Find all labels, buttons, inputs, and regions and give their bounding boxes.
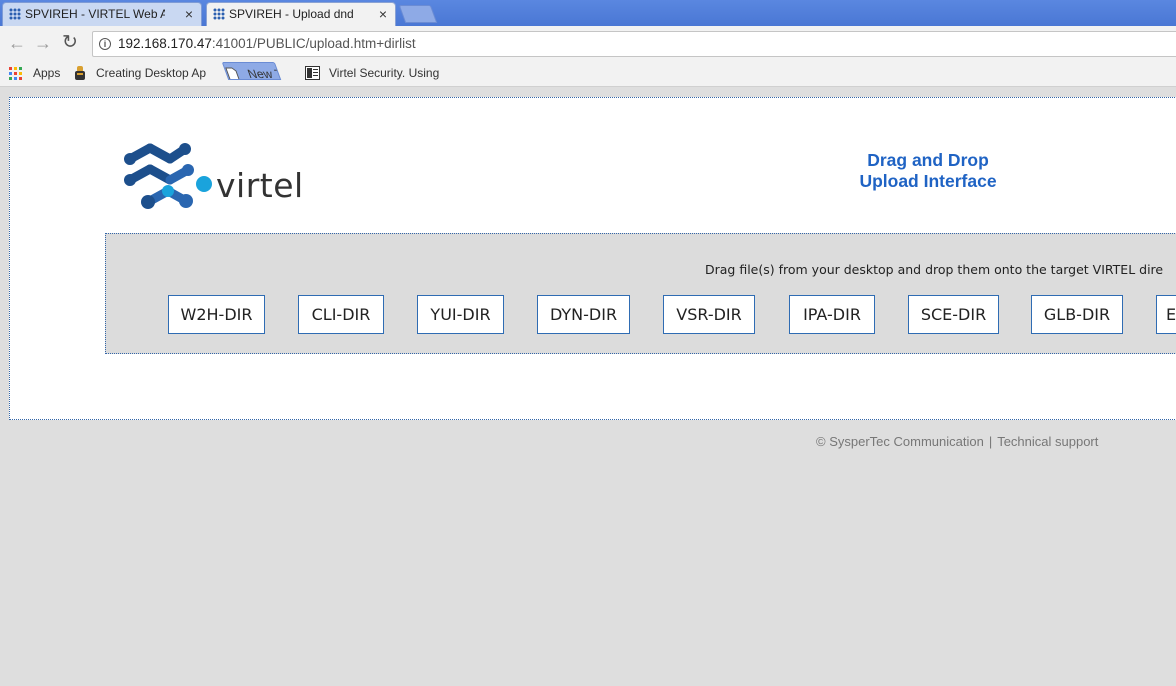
back-arrow-icon[interactable]: ← xyxy=(8,34,26,52)
upload-panel: virtel Drag and Drop Upload Interface Dr… xyxy=(9,97,1176,420)
logo-wordmark: virtel xyxy=(216,166,304,205)
virtel-favicon xyxy=(9,8,21,20)
virtel-favicon xyxy=(213,8,225,20)
virtel-logo: virtel xyxy=(120,140,310,225)
new-tab-button[interactable] xyxy=(398,5,438,23)
forward-arrow-icon[interactable]: → xyxy=(34,34,52,52)
bookmark-label: New Tab xyxy=(245,67,282,80)
info-icon[interactable]: i xyxy=(99,38,111,50)
address-path: :41001/PUBLIC/upload.htm+dirlist xyxy=(211,36,416,51)
drop-instruction: Drag file(s) from your desktop and drop … xyxy=(705,262,1164,277)
page-title: Drag and Drop Upload Interface xyxy=(818,150,1038,192)
tab-title: SPVIREH - VIRTEL Web A xyxy=(25,7,165,21)
book-icon xyxy=(305,66,320,80)
close-tab-icon[interactable]: × xyxy=(379,3,387,25)
dir-yui[interactable]: YUI-DIR xyxy=(417,295,504,334)
title-line-1: Drag and Drop xyxy=(867,150,989,170)
tab-upload-dnd[interactable]: SPVIREH - Upload dnd × xyxy=(206,2,396,26)
bookmark-label: Creating Desktop Ap xyxy=(96,66,206,80)
dir-ipa[interactable]: IPA-DIR xyxy=(789,295,875,334)
bookmarks-bar: Apps Creating Desktop Ap New Tab Virtel … xyxy=(0,62,1176,87)
reload-icon[interactable]: ↻ xyxy=(62,33,78,52)
extension-icon xyxy=(75,66,85,80)
dir-w2h[interactable]: W2H-DIR xyxy=(168,295,265,334)
dir-glb[interactable]: GLB-DIR xyxy=(1031,295,1123,334)
tab-virtel-web[interactable]: SPVIREH - VIRTEL Web A × xyxy=(2,2,202,26)
bookmark-apps[interactable]: Apps xyxy=(9,62,60,84)
dir-sce[interactable]: SCE-DIR xyxy=(908,295,999,334)
footer-company[interactable]: © SysperTec Communication xyxy=(816,434,984,449)
browser-toolbar: ← → ↻ i 192.168.170.47:41001/PUBLIC/uplo… xyxy=(0,26,1176,62)
title-line-2: Upload Interface xyxy=(859,171,997,191)
dir-vsr[interactable]: VSR-DIR xyxy=(663,295,755,334)
page-viewport: virtel Drag and Drop Upload Interface Dr… xyxy=(0,87,1176,686)
bookmark-virtel-security[interactable]: Virtel Security. Using xyxy=(305,62,439,84)
dir-dyn[interactable]: DYN-DIR xyxy=(537,295,630,334)
apps-grid-icon xyxy=(9,67,23,81)
drop-zone[interactable]: Drag file(s) from your desktop and drop … xyxy=(105,233,1176,354)
dir-cli[interactable]: CLI-DIR xyxy=(298,295,384,334)
technical-support-link[interactable]: Technical support xyxy=(997,434,1098,449)
bookmark-label: Apps xyxy=(33,66,61,80)
address-bar[interactable]: i 192.168.170.47:41001/PUBLIC/upload.htm… xyxy=(92,31,1176,57)
dir-e[interactable]: E xyxy=(1156,295,1176,334)
page-icon xyxy=(225,67,240,80)
bookmark-new-tab[interactable]: New Tab xyxy=(221,62,282,80)
bookmark-creating-desktop[interactable]: Creating Desktop Ap xyxy=(74,62,206,84)
address-host: 192.168.170.47 xyxy=(118,36,212,51)
page-footer: © SysperTec Communication | Technical supp… xyxy=(816,434,1098,449)
tab-strip: SPVIREH - VIRTEL Web A × SPVIREH - Uploa… xyxy=(0,0,1176,26)
tab-title: SPVIREH - Upload dnd xyxy=(229,7,354,21)
footer-separator: | xyxy=(988,434,993,449)
bookmark-label: Virtel Security. Using xyxy=(329,66,440,80)
address-url[interactable]: 192.168.170.47:41001/PUBLIC/upload.htm+d… xyxy=(118,32,416,56)
close-tab-icon[interactable]: × xyxy=(185,3,193,25)
